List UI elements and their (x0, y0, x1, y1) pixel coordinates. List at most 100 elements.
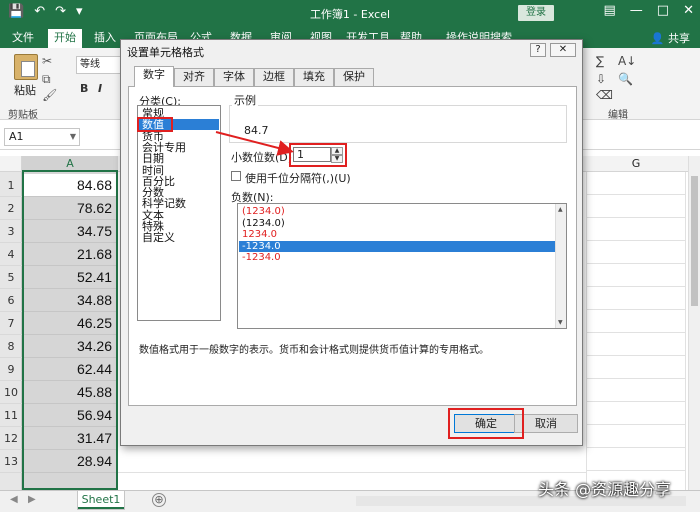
row-header[interactable]: 8 (0, 335, 22, 358)
chevron-down-icon[interactable]: ▼ (70, 129, 76, 145)
tab-number[interactable]: 数字 (134, 66, 174, 87)
ribbon-display-icon[interactable]: ▤ (604, 3, 616, 18)
row-header[interactable]: 5 (0, 266, 22, 289)
title-bar: 💾 ↶ ↷ ▾ 工作簿1 - Excel 登录 ▤ — □ ✕ (0, 0, 700, 26)
number-tab-panel: 分类(C): 常规 数值 货币 会计专用 日期 时间 百分比 分数 科学记数 文本 特殊 自定义 示例… (128, 86, 577, 406)
cell-a[interactable]: 46.25 (24, 312, 116, 335)
negative-list-scrollbar[interactable]: ▲ ▼ (555, 204, 566, 328)
negative-numbers-list[interactable]: -1234.0 -1234.0 1234.0 (1234.0) (1234.0) ▲ ▼ (237, 203, 567, 329)
category-item[interactable]: 货币 (142, 131, 164, 142)
scroll-thumb[interactable] (691, 176, 698, 306)
thousand-separator-checkbox[interactable] (231, 171, 241, 181)
tab-file[interactable]: 文件 (6, 29, 40, 48)
login-button[interactable]: 登录 (518, 5, 554, 21)
tab-fill[interactable]: 填充 (294, 68, 334, 86)
scroll-up-icon[interactable]: ▲ (558, 206, 563, 213)
negative-option[interactable]: (1234.0) (239, 206, 555, 217)
name-box-value: A1 (9, 130, 24, 143)
cell-a[interactable]: 62.44 (24, 358, 116, 381)
clipboard-group-label: 剪贴板 (8, 110, 38, 121)
row-headers: 1 2 3 4 5 6 7 8 9 10 11 12 13 (0, 172, 22, 490)
ok-highlight-box (448, 408, 524, 439)
cell-a[interactable]: 52.41 (24, 266, 116, 289)
next-sheet-icon[interactable]: ▶ (28, 494, 36, 505)
cell-a[interactable]: 78.62 (24, 197, 116, 220)
decimal-places-label: 小数位数(D): (231, 151, 296, 164)
fill-icon[interactable]: ⇩ (596, 72, 606, 86)
minimize-icon[interactable]: — (630, 3, 643, 18)
cell-a[interactable]: 84.68 (24, 174, 116, 197)
column-header-g[interactable]: G (586, 156, 686, 172)
row-header[interactable]: 4 (0, 243, 22, 266)
select-all-corner[interactable] (0, 156, 22, 172)
negative-option[interactable]: -1234.0 (239, 252, 555, 263)
tab-protection[interactable]: 保护 (334, 68, 374, 86)
sheet-tab-sheet1[interactable]: Sheet1 (78, 491, 124, 509)
dialog-title: 设置单元格格式 (127, 46, 204, 59)
window-controls: ▤ — □ ✕ (604, 3, 695, 18)
window-title: 工作簿1 - Excel (309, 8, 391, 21)
category-item[interactable]: 日期 (142, 153, 164, 164)
row-header[interactable]: 2 (0, 197, 22, 220)
row-header[interactable]: 12 (0, 427, 22, 450)
format-painter-icon[interactable]: 🖌 (42, 88, 57, 102)
paste-icon[interactable] (14, 54, 38, 80)
close-icon[interactable]: ✕ (550, 43, 576, 57)
row-header[interactable]: 7 (0, 312, 22, 335)
negative-option[interactable]: -1234.0 (239, 240, 555, 252)
cell-a[interactable]: 56.94 (24, 404, 116, 427)
autosum-icon[interactable]: ∑ (596, 54, 604, 68)
row-header[interactable]: 3 (0, 220, 22, 243)
cell-a[interactable]: 45.88 (24, 381, 116, 404)
scroll-down-icon[interactable]: ▼ (558, 319, 563, 326)
help-icon[interactable]: ? (530, 43, 546, 57)
sample-label: 示例 (232, 92, 258, 108)
share-label: 共享 (668, 32, 690, 45)
grid-area-bottom[interactable] (118, 450, 586, 490)
cell-a[interactable]: 31.47 (24, 427, 116, 450)
row-header[interactable]: 11 (0, 404, 22, 427)
tab-insert[interactable]: 插入 (88, 29, 122, 48)
column-a-cells: 84.68 78.62 34.75 21.68 52.41 34.88 46.25 34.26… (22, 172, 118, 490)
row-header[interactable]: 6 (0, 289, 22, 312)
negative-option[interactable]: 1234.0 (239, 229, 555, 240)
negative-option[interactable]: (1234.0) (239, 218, 555, 229)
share-button[interactable]: 👤 共享 (651, 30, 690, 46)
cell-a[interactable]: 34.88 (24, 289, 116, 312)
grid-area-right[interactable] (586, 172, 686, 490)
prev-sheet-icon[interactable]: ◀ (10, 494, 18, 505)
add-sheet-icon[interactable]: ⊕ (152, 493, 166, 507)
row-header[interactable]: 10 (0, 381, 22, 404)
tab-alignment[interactable]: 对齐 (174, 68, 214, 86)
column-header-a[interactable]: A (22, 156, 118, 172)
paste-button-label[interactable]: 粘贴 (14, 82, 36, 98)
cut-icon[interactable]: ✂ (42, 54, 52, 68)
tab-font[interactable]: 字体 (214, 68, 254, 86)
bold-button[interactable]: B (80, 82, 88, 95)
thousand-separator-label[interactable]: 使用千位分隔符(,)(U) (245, 170, 351, 186)
category-item[interactable]: 科学记数 (142, 198, 186, 209)
tab-home[interactable]: 开始 (48, 29, 82, 48)
find-icon[interactable]: 🔍 (618, 72, 633, 86)
close-window-icon[interactable]: ✕ (683, 3, 694, 18)
row-header[interactable]: 9 (0, 358, 22, 381)
cell-a[interactable]: 34.75 (24, 220, 116, 243)
category-item[interactable]: 时间 (142, 165, 164, 176)
watermark-text: 头条 @资源趣分享 (538, 480, 672, 499)
tab-border[interactable]: 边框 (254, 68, 294, 86)
sort-filter-icon[interactable]: A↓ (618, 54, 636, 68)
name-box[interactable]: A1 ▼ (4, 128, 80, 146)
category-list[interactable]: 常规 数值 货币 会计专用 日期 时间 百分比 分数 科学记数 文本 特殊 自定义 (137, 105, 221, 321)
vertical-scrollbar[interactable] (688, 156, 700, 490)
cell-a[interactable]: 34.26 (24, 335, 116, 358)
row-header[interactable]: 1 (0, 174, 22, 197)
category-item[interactable]: 自定义 (142, 232, 175, 243)
format-cells-dialog: 设置单元格格式 ? ✕ 数字 对齐 字体 边框 填充 保护 分类(C): 常规数… (120, 39, 583, 446)
copy-icon[interactable]: ⧉ (42, 72, 51, 87)
row-header[interactable]: 13 (0, 450, 22, 473)
maximize-icon[interactable]: □ (657, 3, 669, 18)
italic-button[interactable]: I (98, 82, 102, 95)
cell-a[interactable]: 28.94 (24, 450, 116, 473)
clear-icon[interactable]: ⌫ (596, 88, 613, 102)
cell-a[interactable]: 21.68 (24, 243, 116, 266)
